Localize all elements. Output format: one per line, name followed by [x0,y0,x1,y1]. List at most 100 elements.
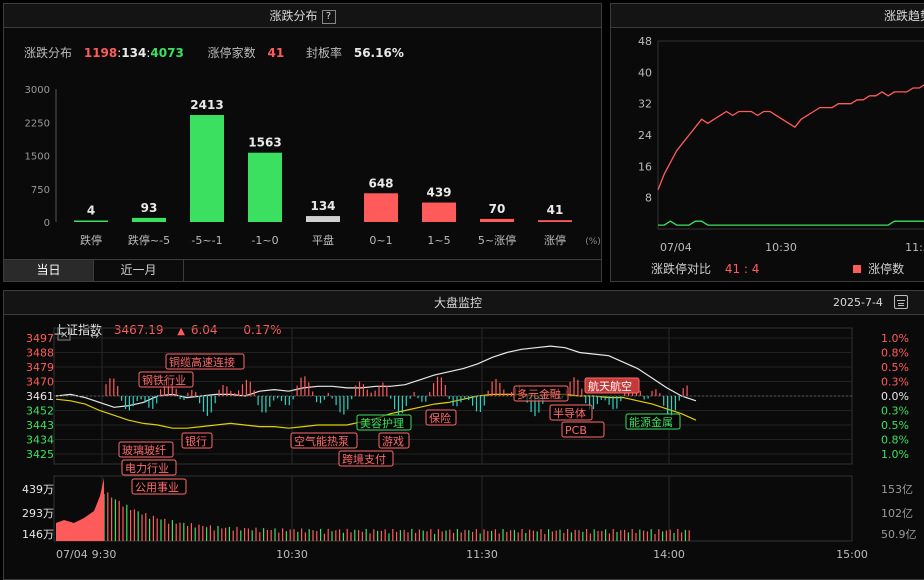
x-tick-label: 15:00 [836,548,868,561]
expand-icon: ↔ [90,329,99,342]
bar [306,216,340,222]
bar-value-label: 2413 [190,98,223,112]
event-tag: 航天航空 [588,379,632,393]
vol-tick-left: 293万 [22,507,54,520]
trend-title: 涨跌趋势 [884,9,924,23]
market-monitor-panel: 大盘监控 2025-7-4 上证指数 3467.19 ▲ 6.04 0.17% … [3,290,924,580]
bar [74,220,108,222]
series-line [658,220,924,226]
category-label: 跌停 [80,233,102,247]
category-label: 平盘 [312,233,334,247]
category-label: 0~1 [369,234,392,247]
x-tick-label: 11:30 [905,241,924,254]
bar [248,152,282,222]
distribution-tabs: 当日 近一月 [4,259,601,281]
vol-tick-right: 153亿 [881,483,913,496]
y-tick-label: 3000 [25,85,50,96]
vol-tick-right: 102亿 [881,507,913,520]
x-tick-label: 10:30 [765,241,797,254]
legend-label: 涨停数 [868,262,905,276]
y-tick-label: 750 [31,185,50,196]
tab-recent-month[interactable]: 近一月 [94,260,184,281]
y-tick-right: 0.3% [881,376,909,389]
down-count: 4073 [150,46,184,60]
y-tick-right: 0.3% [881,405,909,418]
event-tag: 公用事业 [135,481,179,494]
legend-swatch [853,265,862,273]
event-tag: 玻璃玻纤 [122,443,166,457]
event-tag: 铜缆高速连接 [169,355,235,369]
trend-footer: 涨跌停对比 41 : 4 涨停数 [651,260,904,277]
bar-value-label: 648 [368,176,393,190]
y-tick-label: 16 [638,160,652,173]
monitor-header: 大盘监控 2025-7-4 [4,291,924,315]
distribution-bar-chart: 0 750 1500 2250 3000 4 跌停 93 跌停~-5 2413 -5~-1 1563 -… [25,85,601,247]
bar [480,218,514,222]
event-tag: 钢铁行业 [142,374,186,387]
bar-value-label: 70 [489,202,506,216]
y-tick-left: 3497 [26,332,54,345]
y-tick-label: 40 [638,66,652,79]
monitor-date: 2025-7-4 [833,296,883,309]
monitor-title: 大盘监控 [434,296,483,310]
tab-today[interactable]: 当日 [4,260,94,281]
y-tick-right: 0.8% [881,347,909,360]
bar-value-label: 93 [141,201,158,215]
trend-line-chart: 8 16 24 32 40 48 07/04 10:30 11:30 [638,35,924,254]
category-label: -1~0 [251,234,278,247]
y-tick-label: 2250 [25,118,50,129]
x-tick-label: 14:00 [653,548,685,561]
y-tick-left: 3479 [26,361,54,374]
bar-value-label: 134 [310,199,335,213]
x-tick-label: 11:30 [466,548,498,561]
distribution-header: 涨跌分布? [4,4,601,28]
distribution-title: 涨跌分布 [269,9,318,23]
category-label: 涨停 [544,233,566,247]
y-tick-label: 32 [638,98,652,111]
y-tick-label: 24 [638,129,652,142]
y-tick-left: 3452 [26,405,54,418]
pre-market-volume [56,478,104,541]
event-tag: 游戏 [382,435,404,448]
bar-value-label: 4 [87,204,95,218]
summary-label: 涨跌分布 [24,46,73,60]
x-tick-label: 10:30 [276,548,308,561]
trend-footer-label: 涨跌停对比 [651,262,712,276]
event-tag: 银行 [185,434,207,448]
event-tag: 跨境支付 [342,452,386,466]
y-tick-label: 48 [638,35,652,48]
trend-panel: 涨跌趋势 8 16 24 32 40 48 07/04 10:30 11:30 涨跌停对比 41… [610,3,924,282]
collapse-icon-glyph: ✕ [60,330,68,341]
distribution-panel: 涨跌分布? 涨跌分布 1198:134:4073 涨停家数 41 封板率 56.… [3,3,602,282]
limit-value: 41 [267,46,285,60]
event-tag: 电力行业 [125,462,169,475]
y-tick-left: 3461 [26,390,54,403]
help-icon[interactable]: ? [321,9,336,24]
event-tag: 空气能热泵 [294,434,349,448]
y-tick-label: 1500 [25,152,50,163]
event-tag: 半导体 [553,406,586,420]
y-tick-left: 3434 [26,434,54,447]
event-tag: PCB [565,424,587,437]
limit-label: 涨停家数 [207,46,256,60]
y-tick-label: 0 [44,218,50,229]
x-tick-label: 07/04 [56,548,88,561]
y-tick-left: 3470 [26,376,54,389]
calendar-icon[interactable] [894,295,908,309]
event-tag: 多元金融 [517,387,561,401]
series-line [657,84,924,191]
y-tick-left: 3425 [26,448,54,461]
bar-value-label: 1563 [248,136,281,150]
bar [422,202,456,222]
seal-label: 封板率 [306,46,343,60]
event-tag: 美容护理 [360,416,404,430]
vol-tick-left: 439万 [22,483,54,496]
y-tick-right: 0.8% [881,434,909,447]
seal-value: 56.16% [353,46,404,60]
event-tag: 保险 [429,411,451,425]
vol-tick-right: 50.9亿 [881,528,917,541]
category-label: 1~5 [427,234,450,247]
bar [190,115,224,222]
event-tag: 能源金属 [629,415,673,429]
y-tick-right: 0.0% [881,390,909,403]
